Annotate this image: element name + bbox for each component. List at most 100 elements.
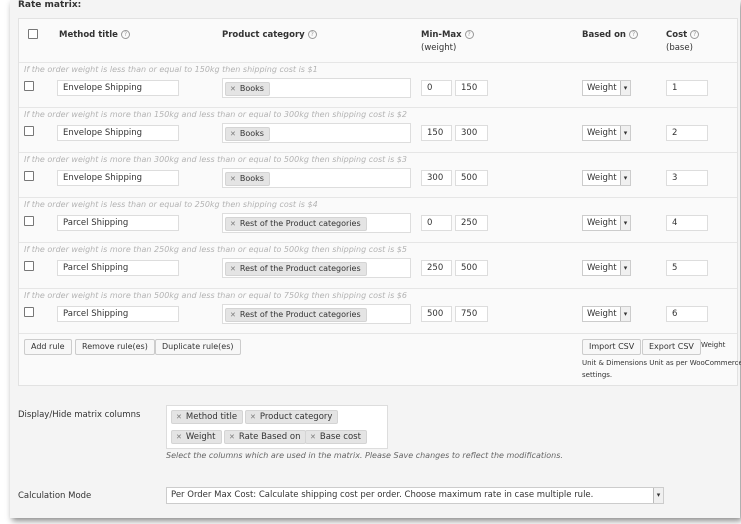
- unit-note-text: Unit & Dimensions Unit as per WooCommerc…: [582, 359, 741, 367]
- row-checkbox[interactable]: [24, 81, 34, 91]
- chevron-down-icon[interactable]: ▾: [620, 126, 630, 140]
- help-icon[interactable]: ?: [628, 30, 638, 39]
- base-cost-input[interactable]: 2: [666, 125, 708, 141]
- product-category-select[interactable]: ✕ Books: [222, 123, 411, 143]
- product-category-select[interactable]: ✕ Books: [222, 168, 411, 188]
- row-checkbox[interactable]: [24, 126, 34, 136]
- category-tag[interactable]: ✕ Books: [225, 127, 270, 141]
- method-title-input[interactable]: Parcel Shipping: [57, 260, 179, 276]
- duplicate-rules-button[interactable]: Duplicate rule(es): [155, 339, 241, 355]
- row-checkbox[interactable]: [24, 216, 34, 226]
- help-icon[interactable]: ?: [120, 30, 130, 39]
- col-header-product-category: Product category?: [222, 29, 317, 42]
- based-on-select[interactable]: Weight ▾: [582, 125, 631, 141]
- close-icon[interactable]: ✕: [230, 85, 236, 93]
- row-checkbox[interactable]: [24, 307, 34, 317]
- based-on-select[interactable]: Weight ▾: [582, 306, 631, 322]
- max-weight-input[interactable]: 300: [455, 125, 488, 141]
- base-cost-input[interactable]: 5: [666, 260, 708, 276]
- max-weight-input[interactable]: 750: [455, 306, 488, 322]
- product-category-select[interactable]: ✕ Rest of the Product categories: [222, 304, 411, 324]
- close-icon[interactable]: ✕: [310, 433, 316, 441]
- base-cost-input[interactable]: 1: [666, 80, 708, 96]
- chevron-down-icon[interactable]: ▾: [620, 216, 630, 230]
- help-icon[interactable]: ?: [690, 30, 700, 39]
- chevron-down-icon[interactable]: ▾: [620, 261, 630, 275]
- row-checkbox[interactable]: [24, 261, 34, 271]
- column-tag-method-title[interactable]: ✕ Method title: [171, 410, 244, 424]
- close-icon[interactable]: ✕: [230, 265, 236, 273]
- rule-description: If the order weight is more than 500kg a…: [24, 291, 407, 300]
- category-tag[interactable]: ✕ Rest of the Product categories: [225, 308, 367, 322]
- chevron-down-icon[interactable]: ▾: [620, 81, 630, 95]
- import-csv-button[interactable]: Import CSV: [582, 339, 642, 355]
- row-separator: [19, 333, 737, 334]
- help-icon[interactable]: ?: [307, 30, 317, 39]
- remove-rules-button[interactable]: Remove rule(es): [75, 339, 155, 355]
- min-weight-input[interactable]: 0: [421, 80, 452, 96]
- max-weight-input[interactable]: 150: [455, 80, 488, 96]
- column-tag-rate-based-on[interactable]: ✕ Rate Based on: [224, 430, 307, 444]
- help-icon[interactable]: ?: [464, 30, 474, 39]
- close-icon[interactable]: ✕: [176, 433, 182, 441]
- select-all-checkbox[interactable]: [28, 29, 38, 39]
- method-title-input[interactable]: Envelope Shipping: [57, 80, 179, 96]
- base-cost-input[interactable]: 4: [666, 215, 708, 231]
- rule-description: If the order weight is more than 250kg a…: [24, 245, 407, 254]
- calculation-mode-value: Per Order Max Cost: Calculate shipping c…: [171, 490, 594, 500]
- row-separator: [19, 197, 737, 198]
- column-tag-weight[interactable]: ✕ Weight: [171, 430, 222, 444]
- based-on-select[interactable]: Weight ▾: [582, 215, 631, 231]
- base-cost-input[interactable]: 3: [666, 170, 708, 186]
- product-category-select[interactable]: ✕ Rest of the Product categories: [222, 213, 411, 233]
- max-weight-input[interactable]: 500: [455, 170, 488, 186]
- category-tag[interactable]: ✕ Rest of the Product categories: [225, 217, 367, 231]
- min-weight-input[interactable]: 150: [421, 125, 452, 141]
- method-title-input[interactable]: Envelope Shipping: [57, 170, 179, 186]
- column-tag-base-cost[interactable]: ✕ Base cost: [305, 430, 367, 444]
- rule-description: If the order weight is less than or equa…: [24, 200, 318, 209]
- method-title-input[interactable]: Envelope Shipping: [57, 125, 179, 141]
- close-icon[interactable]: ✕: [230, 311, 236, 319]
- row-separator: [19, 62, 737, 63]
- close-icon[interactable]: ✕: [230, 130, 236, 138]
- add-rule-button[interactable]: Add rule: [24, 339, 72, 355]
- column-tag-product-category[interactable]: ✕ Product category: [245, 410, 339, 424]
- col-header-cost: Cost? (base): [666, 29, 700, 55]
- calculation-mode-label: Calculation Mode: [18, 491, 92, 501]
- chevron-down-icon[interactable]: ▾: [620, 307, 630, 321]
- based-on-select[interactable]: Weight ▾: [582, 80, 631, 96]
- col-header-min-max: Min-Max? (weight): [421, 29, 474, 55]
- min-weight-input[interactable]: 500: [421, 306, 452, 322]
- rate-matrix-table: Method title? Product category? Min-Max?…: [18, 18, 741, 386]
- max-weight-input[interactable]: 500: [455, 260, 488, 276]
- base-cost-input[interactable]: 6: [666, 306, 708, 322]
- chevron-down-icon[interactable]: ▾: [653, 488, 663, 503]
- calculation-mode-select[interactable]: Per Order Max Cost: Calculate shipping c…: [166, 487, 664, 504]
- col-header-based-on: Based on?: [582, 29, 638, 42]
- product-category-select[interactable]: ✕ Books: [222, 78, 411, 98]
- display-hide-columns-select[interactable]: ✕ Method title ✕ Product category ✕ Weight …: [166, 405, 388, 449]
- product-category-select[interactable]: ✕ Rest of the Product categories: [222, 258, 411, 278]
- close-icon[interactable]: ✕: [229, 433, 235, 441]
- close-icon[interactable]: ✕: [230, 220, 236, 228]
- min-weight-input[interactable]: 0: [421, 215, 452, 231]
- category-tag[interactable]: ✕ Rest of the Product categories: [225, 262, 367, 276]
- based-on-select[interactable]: Weight ▾: [582, 170, 631, 186]
- export-csv-button[interactable]: Export CSV: [642, 339, 701, 355]
- close-icon[interactable]: ✕: [230, 175, 236, 183]
- chevron-down-icon[interactable]: ▾: [620, 171, 630, 185]
- category-tag[interactable]: ✕ Books: [225, 172, 270, 186]
- max-weight-input[interactable]: 250: [455, 215, 488, 231]
- close-icon[interactable]: ✕: [250, 413, 256, 421]
- row-checkbox[interactable]: [24, 171, 34, 181]
- close-icon[interactable]: ✕: [176, 413, 182, 421]
- method-title-input[interactable]: Parcel Shipping: [57, 306, 179, 322]
- method-title-input[interactable]: Parcel Shipping: [57, 215, 179, 231]
- rule-description: If the order weight is more than 300kg a…: [24, 155, 407, 164]
- min-weight-input[interactable]: 300: [421, 170, 452, 186]
- display-hide-label: Display/Hide matrix columns: [18, 410, 141, 420]
- min-weight-input[interactable]: 250: [421, 260, 452, 276]
- category-tag[interactable]: ✕ Books: [225, 82, 270, 96]
- based-on-select[interactable]: Weight ▾: [582, 260, 631, 276]
